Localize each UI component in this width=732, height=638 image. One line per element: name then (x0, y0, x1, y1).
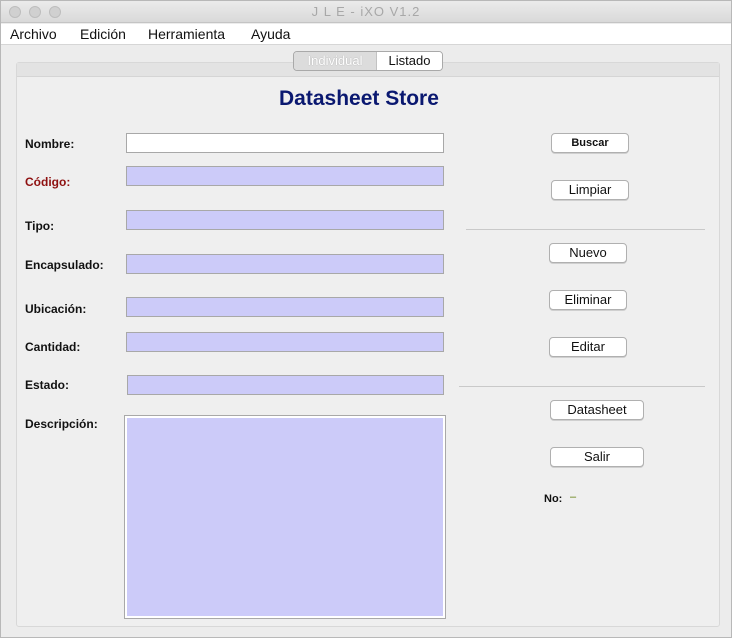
title-bar: J L E - iXO V1.2 (1, 1, 731, 23)
salir-button[interactable]: Salir (550, 447, 644, 467)
nombre-label: Nombre: (25, 137, 75, 151)
window-title: J L E - iXO V1.2 (311, 4, 421, 19)
tab-listado[interactable]: Listado (376, 52, 442, 70)
encapsulado-input[interactable] (127, 257, 443, 275)
separator-bottom (459, 386, 705, 387)
menu-bar: Archivo Edición Herramienta Ayuda (1, 24, 731, 45)
no-label: No: (544, 493, 563, 505)
page-title: Datasheet Store (279, 87, 439, 110)
cantidad-field-wrapper (126, 332, 444, 353)
tab-individual[interactable]: Individual (294, 52, 376, 70)
ubicacion-field-wrapper (126, 297, 444, 318)
ubicacion-input[interactable] (127, 300, 443, 318)
eliminar-button[interactable]: Eliminar (549, 290, 627, 310)
menu-ayuda[interactable]: Ayuda (251, 26, 290, 42)
encapsulado-label: Encapsulado: (25, 258, 104, 272)
menu-archivo[interactable]: Archivo (10, 26, 57, 42)
menu-herramienta[interactable]: Herramienta (148, 26, 225, 42)
limpiar-button[interactable]: Limpiar (551, 180, 629, 200)
no-value: – (570, 491, 577, 503)
descripcion-textarea[interactable] (127, 418, 443, 616)
tab-bar: Individual Listado (293, 51, 443, 71)
separator-top (466, 229, 705, 230)
buscar-button[interactable]: Buscar (551, 133, 629, 153)
estado-label: Estado: (25, 378, 70, 392)
nombre-field-wrapper (126, 133, 444, 154)
cantidad-input[interactable] (127, 335, 443, 353)
tipo-input[interactable] (127, 213, 443, 231)
menu-edicion[interactable]: Edición (80, 26, 126, 42)
nuevo-button[interactable]: Nuevo (549, 243, 627, 263)
cantidad-label: Cantidad: (25, 340, 81, 354)
datasheet-button[interactable]: Datasheet (550, 400, 644, 420)
encapsulado-field-wrapper (126, 254, 444, 275)
app-window: J L E - iXO V1.2 Archivo Edición Herrami… (0, 0, 732, 638)
tipo-field-wrapper (126, 210, 444, 231)
codigo-input[interactable] (127, 169, 443, 187)
nombre-input[interactable] (127, 136, 443, 154)
ubicacion-label: Ubicación: (25, 302, 87, 316)
estado-field-wrapper (127, 375, 444, 396)
descripcion-label: Descripción: (25, 417, 98, 431)
codigo-field-wrapper (126, 166, 444, 187)
descripcion-field-wrapper (124, 415, 446, 619)
estado-input[interactable] (128, 378, 443, 396)
tipo-label: Tipo: (25, 219, 55, 233)
codigo-label: Código: (25, 175, 71, 189)
editar-button[interactable]: Editar (549, 337, 627, 357)
